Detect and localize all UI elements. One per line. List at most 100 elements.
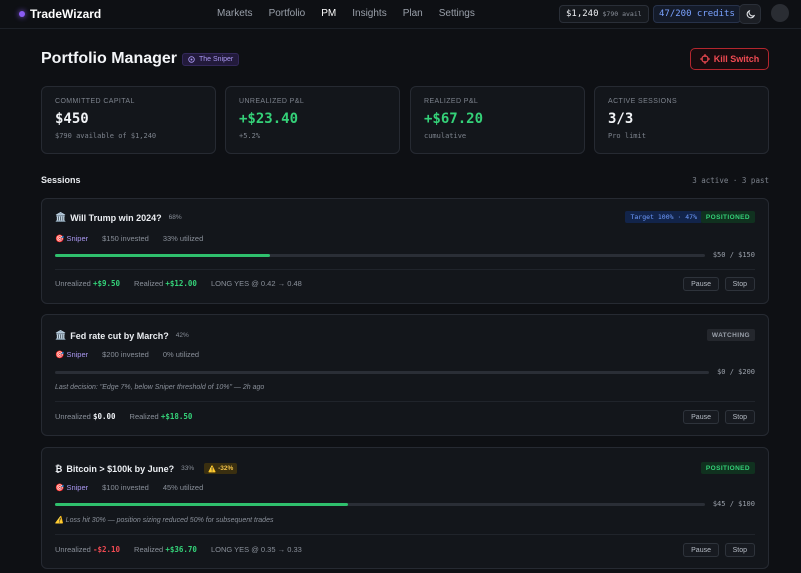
- stop-button[interactable]: Stop: [724, 277, 755, 291]
- stat-unrealized-pnl: UNREALIZED P&L +$23.40 +5.2%: [225, 86, 400, 154]
- card-divider: [55, 534, 755, 535]
- card-divider: [55, 269, 755, 270]
- session-invested: $200 invested: [102, 350, 149, 359]
- warning-icon: ⚠️: [55, 517, 64, 524]
- session-card[interactable]: ₿ Bitcoin > $100k by June? 33% ⚠️ -32% P…: [41, 447, 769, 569]
- session-card[interactable]: 🏛️ Fed rate cut by March? 42% WATCHING 🎯…: [41, 314, 769, 436]
- card-divider: [55, 401, 755, 402]
- session-utilized: 45% utilized: [162, 483, 204, 492]
- stat-sub: $790 available of $1,240: [55, 132, 157, 140]
- brand-dot-icon: [19, 11, 25, 17]
- page-title: Portfolio Manager: [41, 50, 178, 67]
- session-title: 🏛️ Will Trump win 2024? 68%: [55, 212, 182, 223]
- session-footer: Unrealized $0.00 Realized +$18.50: [55, 412, 192, 421]
- unrealized-value: +$9.50: [92, 279, 121, 288]
- session-meta: 🎯 Sniper $100 invested 45% utilized: [55, 483, 203, 492]
- balance-amount: $1,240: [566, 9, 599, 19]
- stat-value: $450: [55, 111, 89, 127]
- target-icon: 🎯: [55, 234, 65, 243]
- stat-sub: Pro limit: [608, 132, 646, 140]
- realized-group: Realized +$12.00: [134, 279, 197, 288]
- nav-settings[interactable]: Settings: [439, 8, 475, 19]
- realized-value: +$18.50: [160, 412, 193, 421]
- target-badge: Target 100% · 47%: [625, 211, 702, 223]
- realized-value: +$36.70: [165, 545, 197, 554]
- session-invested: $150 invested: [102, 234, 149, 243]
- target-icon: 🎯: [55, 483, 65, 492]
- crosshair-icon: [699, 54, 710, 64]
- wallet-balance[interactable]: $1,240 $790 avail: [559, 5, 649, 23]
- utilization-bar: [55, 503, 705, 506]
- loss-note: ⚠️ Loss hit 30% — position sizing reduce…: [55, 517, 274, 524]
- position-text: LONG YES @ 0.35 → 0.33: [210, 545, 302, 554]
- realized-group: Realized +$36.70: [134, 545, 197, 554]
- nav-pm[interactable]: PM: [321, 8, 336, 19]
- kill-switch-label: Kill Switch: [713, 54, 760, 64]
- bank-icon: 🏛️: [55, 212, 67, 222]
- session-footer: Unrealized +$9.50 Realized +$12.00 LONG …: [55, 279, 302, 288]
- unrealized-group: Unrealized $0.00: [55, 412, 116, 421]
- pause-button[interactable]: Pause: [683, 410, 719, 424]
- session-meta: 🎯 Sniper $150 invested 33% utilized: [55, 234, 203, 243]
- session-probability: 42%: [175, 332, 189, 339]
- stat-sub: +5.2%: [239, 132, 261, 140]
- session-card[interactable]: 🏛️ Will Trump win 2024? 68% Target 100% …: [41, 198, 769, 304]
- decision-note: Last decision: "Edge 7%, below Sniper th…: [55, 384, 265, 391]
- status-badge: POSITIONED: [700, 211, 755, 223]
- stat-label: ACTIVE SESSIONS: [608, 98, 678, 105]
- brand-logo[interactable]: TradeWizard: [19, 7, 101, 21]
- loss-warning-badge: ⚠️ -32%: [204, 463, 238, 474]
- nav-insights[interactable]: Insights: [352, 8, 386, 19]
- nav-plan[interactable]: Plan: [403, 8, 423, 19]
- sessions-heading: Sessions: [41, 175, 81, 185]
- unrealized-group: Unrealized +$9.50: [55, 279, 121, 288]
- utilization-text: $0 / $200: [717, 368, 755, 376]
- session-probability: 68%: [168, 214, 182, 221]
- status-badge: POSITIONED: [700, 462, 755, 474]
- warning-icon: ⚠️: [208, 465, 217, 473]
- nav-portfolio[interactable]: Portfolio: [269, 8, 306, 19]
- theme-toggle-button[interactable]: [739, 4, 761, 24]
- stat-active-sessions: ACTIVE SESSIONS 3/3 Pro limit: [594, 86, 769, 154]
- session-title: 🏛️ Fed rate cut by March? 42%: [55, 330, 189, 341]
- bitcoin-icon: ₿: [55, 463, 63, 474]
- session-strategy: 🎯 Sniper: [55, 350, 89, 359]
- stat-realized-pnl: REALIZED P&L +$67.20 cumulative: [410, 86, 585, 154]
- session-footer: Unrealized -$2.10 Realized +$36.70 LONG …: [55, 545, 302, 554]
- stat-label: REALIZED P&L: [424, 98, 479, 105]
- utilization-fill: [55, 503, 348, 506]
- kill-switch-button[interactable]: Kill Switch: [690, 48, 769, 70]
- session-invested: $100 invested: [102, 483, 149, 492]
- stat-value: +$67.20: [424, 111, 484, 127]
- strategy-name: The Sniper: [199, 56, 234, 63]
- stat-value: 3/3: [608, 111, 634, 127]
- stop-button[interactable]: Stop: [724, 410, 755, 424]
- session-probability: 33%: [181, 465, 195, 472]
- stop-button[interactable]: Stop: [724, 543, 755, 557]
- session-strategy: 🎯 Sniper: [55, 483, 89, 492]
- realized-value: +$12.00: [165, 279, 197, 288]
- unrealized-value: -$2.10: [92, 545, 121, 554]
- session-strategy: 🎯 Sniper: [55, 234, 89, 243]
- nav-markets[interactable]: Markets: [217, 8, 253, 19]
- session-title-text: Fed rate cut by March?: [70, 330, 169, 341]
- session-utilized: 0% utilized: [162, 350, 200, 359]
- sessions-count: 3 active · 3 past: [692, 176, 769, 185]
- session-title: ₿ Bitcoin > $100k by June? 33% ⚠️ -32%: [55, 463, 238, 474]
- main-nav: Markets Portfolio PM Insights Plan Setti…: [217, 8, 475, 19]
- moon-icon: [746, 9, 755, 18]
- stat-label: UNREALIZED P&L: [239, 98, 305, 105]
- utilization-text: $50 / $150: [712, 251, 755, 259]
- status-badge: WATCHING: [706, 329, 755, 341]
- top-nav-bar: TradeWizard Markets Portfolio PM Insight…: [0, 0, 801, 29]
- pause-button[interactable]: Pause: [683, 277, 719, 291]
- session-title-text: Will Trump win 2024?: [70, 212, 162, 223]
- user-avatar[interactable]: [771, 4, 789, 22]
- stat-sub: cumulative: [424, 132, 467, 140]
- session-meta: 🎯 Sniper $200 invested 0% utilized: [55, 350, 199, 359]
- utilization-fill: [55, 254, 270, 257]
- pause-button[interactable]: Pause: [683, 543, 719, 557]
- credits-badge[interactable]: 47/200 credits: [653, 5, 741, 23]
- strategy-badge[interactable]: The Sniper: [182, 53, 240, 66]
- utilization-bar: [55, 371, 709, 374]
